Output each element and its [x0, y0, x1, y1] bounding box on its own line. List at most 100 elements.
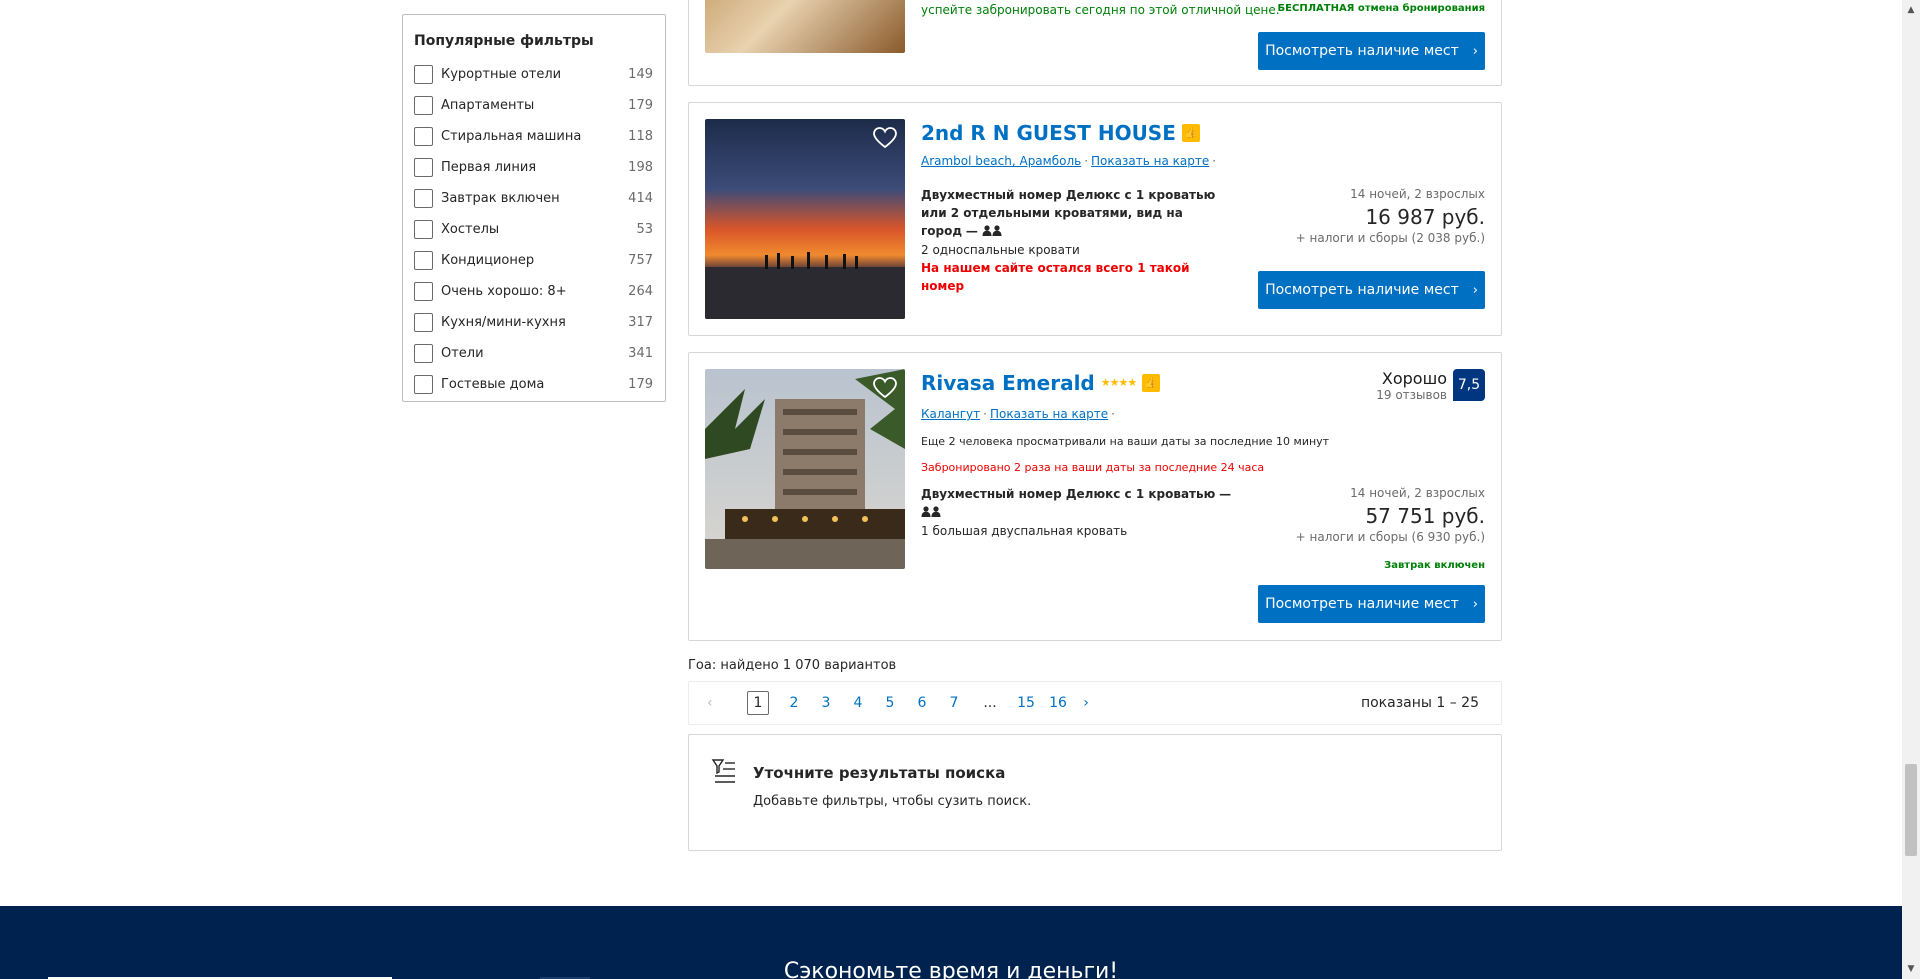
property-card-previous: успейте забронировать сегодня по этой от… [688, 0, 1502, 86]
filter-checkbox[interactable] [414, 127, 433, 146]
filter-checkbox[interactable] [414, 189, 433, 208]
filter-checkbox[interactable] [414, 251, 433, 270]
last-page-links: 15 16 [1010, 695, 1074, 711]
cta-label: Посмотреть наличие мест [1265, 43, 1459, 59]
filter-option[interactable]: Хостелы 53 [414, 214, 653, 245]
page-current[interactable]: 1 [747, 691, 769, 715]
property-title[interactable]: 2nd R N GUEST HOUSE 👍 [921, 121, 1200, 145]
footer-title: Сэкономьте время и деньги! [783, 959, 1119, 979]
filter-option[interactable]: Кухня/мини-кухня 317 [414, 307, 653, 338]
page-link[interactable]: 5 [874, 695, 906, 711]
filter-option[interactable]: Курортные отели 149 [414, 59, 653, 90]
page-link[interactable]: 3 [810, 695, 842, 711]
filter-count: 179 [628, 98, 653, 113]
filter-count: 198 [628, 160, 653, 175]
page-link[interactable]: 7 [938, 695, 970, 711]
page-link[interactable]: 4 [842, 695, 874, 711]
filter-checkbox[interactable] [414, 158, 433, 177]
property-location: Arambol beach, Арамболь · Показать на карт… [921, 154, 1217, 168]
filter-option[interactable]: Апартаменты 179 [414, 90, 653, 121]
filter-label: Кондиционер [441, 253, 535, 268]
check-availability-button[interactable]: Посмотреть наличие мест › [1258, 585, 1485, 623]
location-link[interactable]: Калангут [921, 407, 980, 421]
room-info: Двухместный номер Делюкс с 1 кроватью — … [921, 485, 1241, 540]
scrollbar-thumb[interactable] [1905, 764, 1917, 856]
pagination: ‹ 1 234567 ... 15 16 › показаны 1 – 25 [688, 681, 1502, 725]
filter-checkbox[interactable] [414, 65, 433, 84]
filter-label: Первая линия [441, 160, 537, 175]
results-range: показаны 1 – 25 [1360, 695, 1479, 711]
filter-label: Курортные отели [441, 67, 562, 82]
filter-checkbox[interactable] [414, 344, 433, 363]
property-location: Калангут · Показать на карте · [921, 407, 1115, 421]
popular-filters-panel: Популярные фильтры Курортные отели 149 Апа… [402, 14, 666, 402]
booked-notice: Забронировано 2 раза на ваши даты за пос… [921, 461, 1265, 474]
filter-option[interactable]: Первая линия 198 [414, 152, 653, 183]
price-block: 14 ночей, 2 взрослых 57 751 руб. + налог… [1296, 486, 1485, 544]
filter-count: 264 [628, 284, 653, 299]
promo-text: успейте забронировать сегодня по этой от… [921, 3, 1280, 17]
refine-title: Уточните результаты поиска [753, 764, 1006, 782]
page-link[interactable]: 2 [778, 695, 810, 711]
chevron-right-icon: › [1472, 596, 1478, 612]
review-score[interactable]: Хорошо 19 отзывов 7,5 [1376, 369, 1485, 402]
filter-option[interactable]: Завтрак включен 414 [414, 183, 653, 214]
filter-option[interactable]: Очень хорошо: 8+ 264 [414, 276, 653, 307]
filter-count: 414 [628, 191, 653, 206]
filter-count: 149 [628, 67, 653, 82]
filter-checkbox[interactable] [414, 313, 433, 332]
property-photo[interactable] [705, 369, 905, 569]
room-info: Двухместный номер Делюкс с 1 кроватью ил… [921, 186, 1221, 295]
two-persons-icon [921, 504, 941, 522]
next-page-chevron-icon[interactable]: › [1074, 695, 1098, 711]
filter-checkbox[interactable] [414, 96, 433, 115]
bed-info: 2 односпальные кровати [921, 242, 1080, 257]
cta-label: Посмотреть наличие мест [1265, 282, 1459, 298]
page-links: 234567 [778, 695, 970, 711]
filter-label: Завтрак включен [441, 191, 560, 206]
property-card-guesthouse: 2nd R N GUEST HOUSE 👍 Arambol beach, Арам… [688, 102, 1502, 336]
filter-count: 53 [636, 222, 653, 237]
page-link[interactable]: 6 [906, 695, 938, 711]
favorite-heart-icon[interactable] [873, 377, 897, 399]
price: 16 987 руб. [1365, 205, 1485, 229]
scroll-down-arrow-icon[interactable]: ▼ [1902, 961, 1920, 977]
page-link[interactable]: 16 [1042, 695, 1074, 711]
previous-page-chevron-icon[interactable]: ‹ [707, 695, 747, 711]
check-availability-button[interactable]: Посмотреть наличие мест › [1258, 32, 1485, 70]
check-availability-button[interactable]: Посмотреть наличие мест › [1258, 271, 1485, 309]
favorite-heart-icon[interactable] [873, 127, 897, 149]
two-persons-icon [982, 223, 1002, 241]
stay-duration: 14 ночей, 2 взрослых [1350, 187, 1485, 201]
filter-checkbox[interactable] [414, 375, 433, 394]
filter-option[interactable]: Отели 341 [414, 338, 653, 369]
location-link[interactable]: Arambol beach, Арамболь [921, 154, 1081, 168]
filter-checkbox[interactable] [414, 282, 433, 301]
bed-info: 1 большая двуспальная кровать [921, 523, 1128, 538]
show-on-map-link[interactable]: Показать на карте [1091, 154, 1209, 168]
rating-word: Хорошо [1381, 369, 1447, 388]
filter-option[interactable]: Стиральная машина 118 [414, 121, 653, 152]
property-photo[interactable] [705, 0, 905, 53]
filter-label: Отели [441, 346, 484, 361]
filter-label: Кухня/мини-кухня [441, 315, 566, 330]
filter-checkbox[interactable] [414, 220, 433, 239]
refine-subtitle: Добавьте фильтры, чтобы сузить поиск. [753, 794, 1032, 809]
property-card-rivasa-emerald: Rivasa Emerald ★★★★ 👍 Калангут · Показать на… [688, 352, 1502, 641]
property-title[interactable]: Rivasa Emerald ★★★★ 👍 [921, 371, 1161, 395]
filter-label: Очень хорошо: 8+ [441, 284, 567, 299]
page-link[interactable]: 15 [1010, 695, 1042, 711]
property-photo[interactable] [705, 119, 905, 319]
footer-newsletter: Сэкономьте время и деньги! [0, 906, 1902, 979]
property-name[interactable]: 2nd R N GUEST HOUSE [921, 121, 1176, 145]
stay-duration: 14 ночей, 2 взрослых [1350, 486, 1485, 500]
filter-option[interactable]: Гостевые дома 179 [414, 369, 653, 400]
scroll-up-arrow-icon[interactable]: ▲ [1902, 2, 1920, 18]
page-scrollbar[interactable]: ▲ ▼ [1902, 0, 1920, 979]
property-name[interactable]: Rivasa Emerald [921, 371, 1095, 395]
thumbs-up-icon: 👍 [1142, 373, 1161, 392]
show-on-map-link[interactable]: Показать на карте [990, 407, 1108, 421]
filter-label: Апартаменты [441, 98, 535, 113]
filter-option[interactable]: Кондиционер 757 [414, 245, 653, 276]
chevron-right-icon: › [1472, 282, 1478, 298]
